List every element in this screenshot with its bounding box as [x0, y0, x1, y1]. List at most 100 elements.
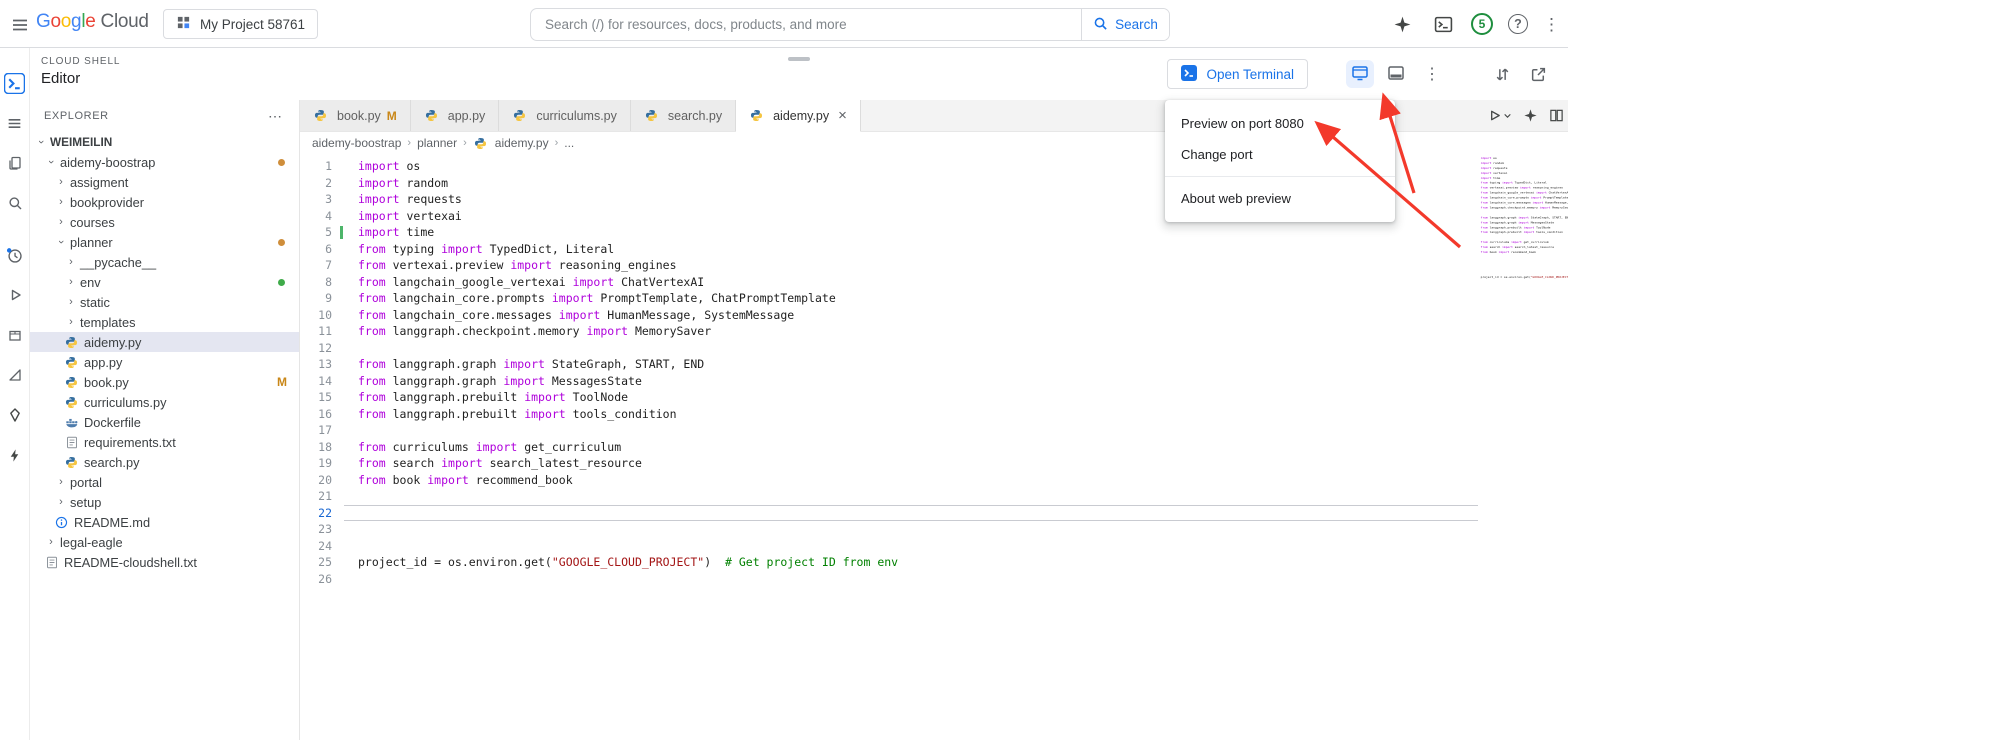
folder-courses[interactable]: ›courses	[30, 212, 299, 232]
folder-WEIMEILIN[interactable]: ›WEIMEILIN	[30, 132, 299, 152]
terminal-panel-button[interactable]	[1382, 60, 1410, 88]
file-book.py[interactable]: book.pyM	[30, 372, 299, 392]
file-README-cloudshell.txt[interactable]: README-cloudshell.txt	[30, 552, 299, 572]
ruler-icon[interactable]	[0, 355, 30, 395]
tree-item-label: search.py	[84, 455, 139, 470]
web-preview-icon	[1351, 64, 1369, 85]
folder-portal[interactable]: ›portal	[30, 472, 299, 492]
python-icon	[64, 376, 79, 389]
project-icon	[176, 15, 191, 33]
cloud-shell-logo-icon[interactable]	[0, 63, 30, 103]
file-search.py[interactable]: search.py	[30, 452, 299, 472]
project-selector[interactable]: My Project 58761	[163, 9, 318, 39]
code-line	[344, 488, 1478, 505]
breadcrumb-item[interactable]: aidemy.py	[473, 136, 549, 150]
line-number: 23	[300, 521, 344, 538]
code-line: project_id = os.environ.get("GOOGLE_CLOU…	[344, 554, 1478, 571]
explorer-title: EXPLORER	[44, 110, 109, 122]
tree-item-label: Dockerfile	[84, 415, 141, 430]
web-preview-button[interactable]	[1346, 60, 1374, 88]
search-icon[interactable]	[0, 183, 30, 223]
code-editor[interactable]: 1234567891011121314151617181920212223242…	[300, 154, 1568, 740]
line-number: 18	[300, 439, 344, 456]
file-Dockerfile[interactable]: Dockerfile	[30, 412, 299, 432]
split-editor-icon[interactable]	[1549, 108, 1564, 123]
package-icon[interactable]	[0, 315, 30, 355]
minimap[interactable]: import osimport randomimport requestsimp…	[1480, 156, 1568, 396]
line-number: 2	[300, 175, 344, 192]
text-icon	[64, 436, 79, 449]
tab-app.py[interactable]: app.py	[411, 100, 500, 131]
bolt-icon[interactable]	[0, 435, 30, 475]
cloud-wordmark: Cloud	[101, 11, 149, 33]
code-line: from langgraph.prebuilt import ToolNode	[344, 389, 1478, 406]
tree-item-label: aidemy-boostrap	[60, 155, 155, 170]
menu-item-about-web-preview[interactable]: About web preview	[1165, 183, 1395, 214]
orange-status-dot	[278, 159, 285, 166]
run-file-icon[interactable]	[1487, 108, 1512, 123]
open-terminal-button[interactable]: Open Terminal	[1167, 59, 1308, 89]
usage-quota-badge[interactable]: 5	[1471, 13, 1493, 35]
close-icon[interactable]: ×	[838, 108, 847, 123]
breadcrumb-item[interactable]: ...	[564, 136, 574, 150]
code-line	[344, 422, 1478, 439]
file-tree: ›WEIMEILIN›aidemy-boostrap›assigment›boo…	[30, 132, 299, 572]
python-icon	[473, 137, 488, 150]
menu-item-change-port[interactable]: Change port	[1165, 139, 1395, 170]
modified-badge: M	[277, 375, 287, 389]
minimap-content: import osimport randomimport requestsimp…	[1480, 156, 1567, 285]
menu-icon[interactable]	[0, 103, 30, 143]
folder-__pycache__[interactable]: ›__pycache__	[30, 252, 299, 272]
breadcrumb-item[interactable]: planner	[417, 136, 457, 150]
history-icon[interactable]	[0, 235, 30, 275]
line-numbers: 1234567891011121314151617181920212223242…	[300, 158, 344, 587]
folder-templates[interactable]: ›templates	[30, 312, 299, 332]
file-requirements.txt[interactable]: requirements.txt	[30, 432, 299, 452]
folder-planner[interactable]: ›planner	[30, 232, 299, 252]
menu-item-preview-on-port[interactable]: Preview on port 8080	[1165, 108, 1395, 139]
files-icon[interactable]	[0, 143, 30, 183]
file-app.py[interactable]: app.py	[30, 352, 299, 372]
line-number: 14	[300, 373, 344, 390]
explorer-panel: EXPLORER ⋯ ›WEIMEILIN›aidemy-boostrap›as…	[30, 100, 300, 740]
main-menu-icon[interactable]	[8, 13, 32, 37]
tab-curriculums.py[interactable]: curriculums.py	[499, 100, 631, 131]
folder-static[interactable]: ›static	[30, 292, 299, 312]
open-in-new-icon[interactable]	[1524, 60, 1552, 88]
tab-book.py[interactable]: book.pyM	[300, 100, 411, 131]
gemini-sparkle-icon[interactable]	[1389, 11, 1415, 37]
folder-assigment[interactable]: ›assigment	[30, 172, 299, 192]
folder-legal-eagle[interactable]: ›legal-eagle	[30, 532, 299, 552]
folder-aidemy-boostrap[interactable]: ›aidemy-boostrap	[30, 152, 299, 172]
breadcrumb-item[interactable]: aidemy-boostrap	[312, 136, 401, 150]
folder-setup[interactable]: ›setup	[30, 492, 299, 512]
folder-bookprovider[interactable]: ›bookprovider	[30, 192, 299, 212]
code-content[interactable]: import osimport randomimport requestsimp…	[344, 158, 1478, 587]
file-README.md[interactable]: README.md	[30, 512, 299, 532]
search-bar: Search	[530, 8, 1170, 41]
line-number: 3	[300, 191, 344, 208]
switch-panels-icon[interactable]	[1488, 60, 1516, 88]
google-cloud-logo[interactable]: Google Cloud	[36, 11, 149, 33]
tab-aidemy.py[interactable]: aidemy.py×	[736, 100, 861, 132]
more-options-icon[interactable]: ⋮	[1543, 16, 1560, 33]
chevron-icon: ›	[54, 216, 68, 228]
topbar: Google Cloud My Project 58761 Search	[0, 0, 1568, 48]
code-assist-sparkle-icon[interactable]	[1523, 108, 1538, 123]
drag-handle[interactable]	[788, 57, 810, 61]
folder-env[interactable]: ›env	[30, 272, 299, 292]
search-input[interactable]	[531, 9, 1081, 40]
tab-search.py[interactable]: search.py	[631, 100, 736, 131]
activate-cloud-shell-icon[interactable]	[1430, 11, 1456, 37]
file-aidemy.py[interactable]: aidemy.py	[30, 332, 299, 352]
explorer-header: EXPLORER ⋯	[30, 100, 299, 132]
shell-more-options-icon[interactable]: ⋮	[1418, 60, 1446, 88]
help-icon[interactable]: ?	[1508, 14, 1528, 34]
file-curriculums.py[interactable]: curriculums.py	[30, 392, 299, 412]
explorer-more-icon[interactable]: ⋯	[268, 108, 283, 125]
search-button[interactable]: Search	[1081, 9, 1169, 40]
chevron-icon: ›	[64, 296, 78, 308]
gem-icon[interactable]	[0, 395, 30, 435]
run-icon[interactable]	[0, 275, 30, 315]
info-icon	[54, 516, 69, 529]
